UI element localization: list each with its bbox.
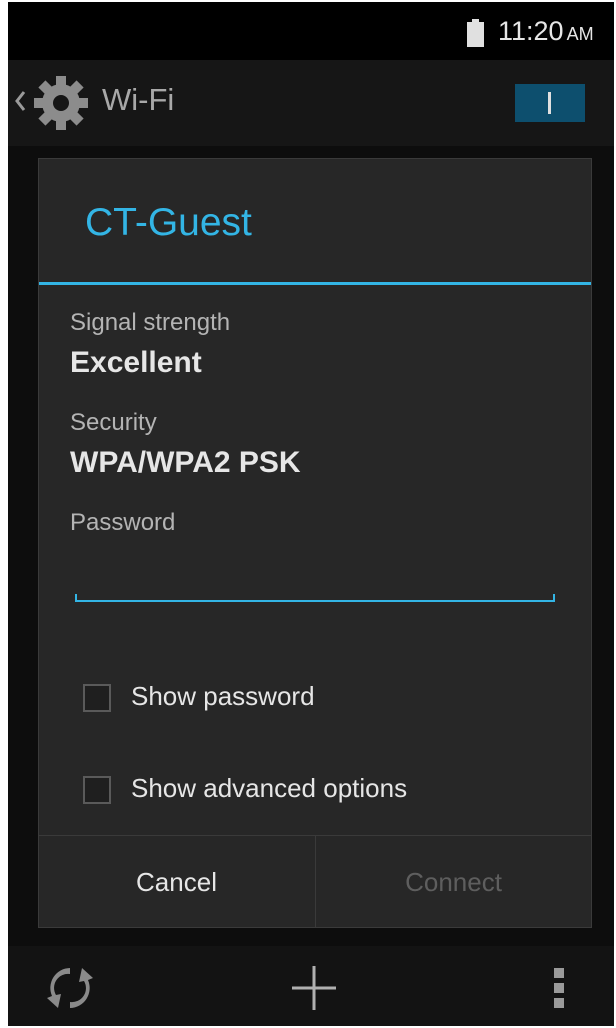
- title-divider: [39, 282, 591, 285]
- bottom-action-bar: [8, 946, 614, 1026]
- dialog-button-bar: Cancel Connect: [39, 835, 591, 928]
- show-advanced-checkbox[interactable]: [83, 776, 111, 804]
- security-label: Security: [70, 409, 157, 436]
- dialog-title: CT-Guest: [85, 201, 252, 244]
- status-time-text: 11:20: [498, 16, 564, 46]
- toggle-thumb: [548, 92, 551, 114]
- overflow-menu-icon[interactable]: [550, 966, 570, 1010]
- screen: 11:20 AM Wi-Fi CT-Guest Signal strength …: [0, 0, 616, 1028]
- signal-strength-value: Excellent: [70, 346, 202, 379]
- password-label: Password: [70, 509, 176, 536]
- show-password-checkbox[interactable]: [83, 684, 111, 712]
- show-advanced-row[interactable]: Show advanced options: [83, 767, 543, 817]
- security-value: WPA/WPA2 PSK: [70, 446, 301, 479]
- battery-full-icon: [467, 19, 484, 47]
- status-clock: 11:20 AM: [498, 16, 594, 47]
- chevron-left-icon[interactable]: [14, 90, 26, 112]
- underline-right-tick: [553, 594, 555, 602]
- signal-strength-label: Signal strength: [70, 309, 231, 336]
- show-advanced-label: Show advanced options: [131, 773, 408, 803]
- settings-gear-icon[interactable]: [32, 74, 90, 132]
- action-bar: Wi-Fi: [8, 60, 614, 146]
- add-icon[interactable]: [290, 964, 338, 1012]
- phone-screen: 11:20 AM Wi-Fi CT-Guest Signal strength …: [8, 2, 614, 1026]
- password-input[interactable]: [75, 565, 555, 611]
- show-password-row[interactable]: Show password: [83, 675, 543, 725]
- wifi-toggle[interactable]: [515, 84, 585, 122]
- underline-left-tick: [75, 594, 77, 602]
- cancel-button[interactable]: Cancel: [39, 836, 314, 928]
- action-bar-title: Wi-Fi: [102, 82, 175, 117]
- show-password-label: Show password: [131, 681, 315, 711]
- wps-icon[interactable]: [44, 962, 96, 1014]
- status-bar: 11:20 AM: [8, 2, 614, 60]
- password-underline: [75, 600, 555, 602]
- status-ampm-text: AM: [566, 24, 594, 44]
- wifi-connect-dialog: CT-Guest Signal strength Excellent Secur…: [38, 158, 592, 928]
- connect-button[interactable]: Connect: [315, 836, 591, 928]
